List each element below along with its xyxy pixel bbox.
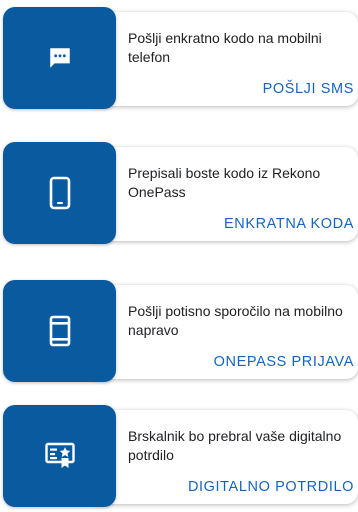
digital-certificate-button[interactable]: DIGITALNO POTRDILO — [188, 479, 354, 495]
option-description: Prepisali boste kodo iz Rekono OnePass — [128, 165, 321, 200]
mobile-notification-icon — [49, 315, 71, 347]
smartphone-icon — [49, 176, 71, 210]
option-onepass-card[interactable]: Pošlji potisno sporočilo na mobilno napr… — [0, 280, 358, 382]
option-description: Pošlji enkratno kodo na mobilni telefon — [128, 30, 322, 65]
option-icon-tile — [3, 7, 116, 109]
option-certificate-card[interactable]: Brskalnik bo prebral vaše digitalno potr… — [0, 405, 358, 507]
send-sms-button[interactable]: POŠLJI SMS — [263, 81, 354, 97]
one-time-code-button[interactable]: ENKRATNA KODA — [224, 216, 354, 232]
option-icon-tile — [3, 280, 116, 382]
option-icon-tile — [3, 142, 116, 244]
option-description: Brskalnik bo prebral vaše digitalno potr… — [128, 428, 342, 463]
onepass-login-button[interactable]: ONEPASS PRIJAVA — [214, 354, 354, 370]
login-options-list: Pošlji enkratno kodo na mobilni telefon … — [0, 0, 358, 512]
certificate-icon — [44, 442, 75, 470]
option-sms-card[interactable]: Pošlji enkratno kodo na mobilni telefon … — [0, 7, 358, 109]
option-icon-tile — [3, 405, 116, 507]
sms-icon — [47, 45, 73, 71]
option-description: Pošlji potisno sporočilo na mobilno napr… — [128, 303, 343, 338]
option-otp-card[interactable]: Prepisali boste kodo iz Rekono OnePass E… — [0, 142, 358, 244]
